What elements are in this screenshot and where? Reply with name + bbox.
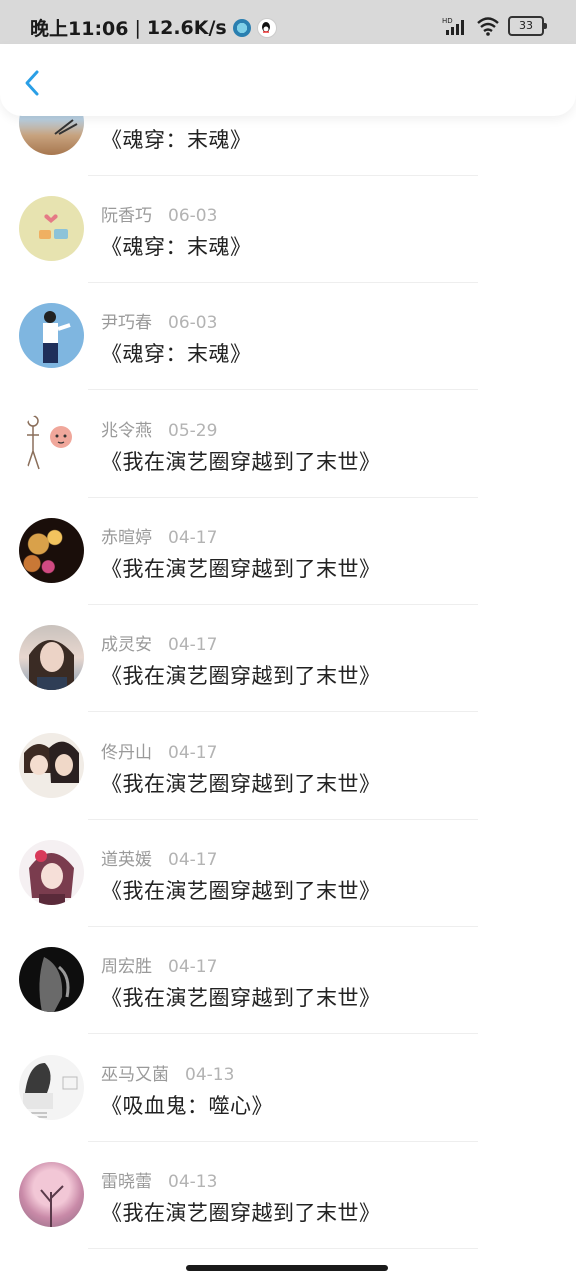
list-item[interactable]: 尹巧春 06-03 《魂穿：末魂》 [0,302,576,409]
anime-couple-avatar [19,733,84,798]
divider [88,175,478,176]
boy-illustration-avatar [19,303,84,368]
user-name: 佟丹山 04-17 [101,738,217,763]
user-name-text: 道英媛 [101,850,152,870]
divider [88,1248,478,1249]
anime-girl-avatar [19,840,84,905]
book-title: 《我在演艺圈穿越到了末世》 [101,557,381,581]
user-name-text: 兆令燕 [101,421,152,441]
user-name-text: 成灵安 [101,635,152,655]
post-date: 05-29 [168,421,218,441]
cartoon-avatar [19,411,84,476]
divider [88,282,478,283]
book-title: 《吸血鬼：噬心》 [101,1094,273,1118]
cute-items-avatar [19,196,84,261]
post-date: 06-03 [168,206,218,226]
book-title: 《魂穿：末魂》 [101,235,252,259]
book-title: 《我在演艺圈穿越到了末世》 [101,986,381,1010]
list-item[interactable]: 巫马又菌 04-13 《吸血鬼：噬心》 [0,1054,576,1161]
post-date: 04-17 [168,850,218,870]
list-item[interactable]: 成灵安 04-17 《我在演艺圈穿越到了末世》 [0,624,576,731]
back-button[interactable] [16,66,50,100]
signal-icon: HD [442,17,464,35]
divider [88,389,478,390]
divider [88,711,478,712]
divider [88,819,478,820]
list-item[interactable]: 佟丹山 04-17 《我在演艺圈穿越到了末世》 [0,732,576,839]
user-name-text: 佟丹山 [101,743,152,763]
divider [88,497,478,498]
status-separator: | [134,16,141,39]
post-date: 04-17 [168,528,218,548]
home-indicator[interactable] [186,1265,388,1271]
woman-photo-avatar [19,625,84,690]
list-item[interactable]: 赤暄婷 04-17 《我在演艺圈穿越到了末世》 [0,517,576,624]
list-item[interactable]: 周宏胜 04-17 《我在演艺圈穿越到了末世》 [0,946,576,1053]
post-date: 04-17 [168,957,218,977]
book-title: 《我在演艺圈穿越到了末世》 [101,772,381,796]
book-title: 《魂穿：末魂》 [101,128,252,152]
hd-label: HD [442,17,453,25]
book-title: 《我在演艺圈穿越到了末世》 [101,450,381,474]
list-item[interactable]: 道英媛 04-17 《我在演艺圈穿越到了末世》 [0,839,576,946]
pink-tree-avatar [19,1162,84,1227]
sketch-avatar [19,1055,84,1120]
post-date: 04-17 [168,743,218,763]
user-name-text: 周宏胜 [101,957,152,977]
top-header [0,44,576,116]
divider [88,1033,478,1034]
user-name-text: 巫马又菌 [101,1065,169,1085]
network-speed: 12.6K/s [146,16,227,39]
qq-icon [256,17,277,38]
book-title: 《我在演艺圈穿越到了末世》 [101,664,381,688]
post-date: 04-13 [185,1065,235,1085]
divider [88,926,478,927]
user-name: 尹巧春 06-03 [101,308,217,333]
battery-level: 33 [519,19,533,32]
user-name: 兆令燕 05-29 [101,416,217,441]
user-name: 周宏胜 04-17 [101,952,217,977]
book-title: 《我在演艺圈穿越到了末世》 [101,1201,381,1225]
status-time: 晚上11:06 [30,18,129,40]
list-item[interactable]: 阮香巧 06-03 《魂穿：末魂》 [0,195,576,302]
user-name: 巫马又菌 04-13 [101,1060,234,1085]
post-date: 04-17 [168,635,218,655]
battery-icon: 33 [508,16,547,36]
list-item[interactable]: 雷晓蕾 04-13 《我在演艺圈穿越到了末世》 [0,1161,576,1268]
post-date: 04-13 [168,1172,218,1192]
user-name: 阮香巧 06-03 [101,201,217,226]
user-name-text: 阮香巧 [101,206,152,226]
dark-hand-avatar [19,947,84,1012]
divider [88,604,478,605]
divider [88,1141,478,1142]
user-name: 道英媛 04-17 [101,845,217,870]
wifi-icon [477,17,499,36]
user-name: 成灵安 04-17 [101,630,217,655]
book-title: 《魂穿：末魂》 [101,342,252,366]
post-date: 06-03 [168,313,218,333]
list-item[interactable]: 兆令燕 05-29 《我在演艺圈穿越到了末世》 [0,410,576,517]
app-notification-icon [232,18,251,37]
user-name-text: 赤暄婷 [101,528,152,548]
chevron-left-icon [25,70,39,96]
bokeh-lights-avatar [19,518,84,583]
user-name-text: 雷晓蕾 [101,1172,152,1192]
user-name: 赤暄婷 04-17 [101,523,217,548]
book-title: 《我在演艺圈穿越到了末世》 [101,879,381,903]
user-name-text: 尹巧春 [101,313,152,333]
user-name: 雷晓蕾 04-13 [101,1167,217,1192]
